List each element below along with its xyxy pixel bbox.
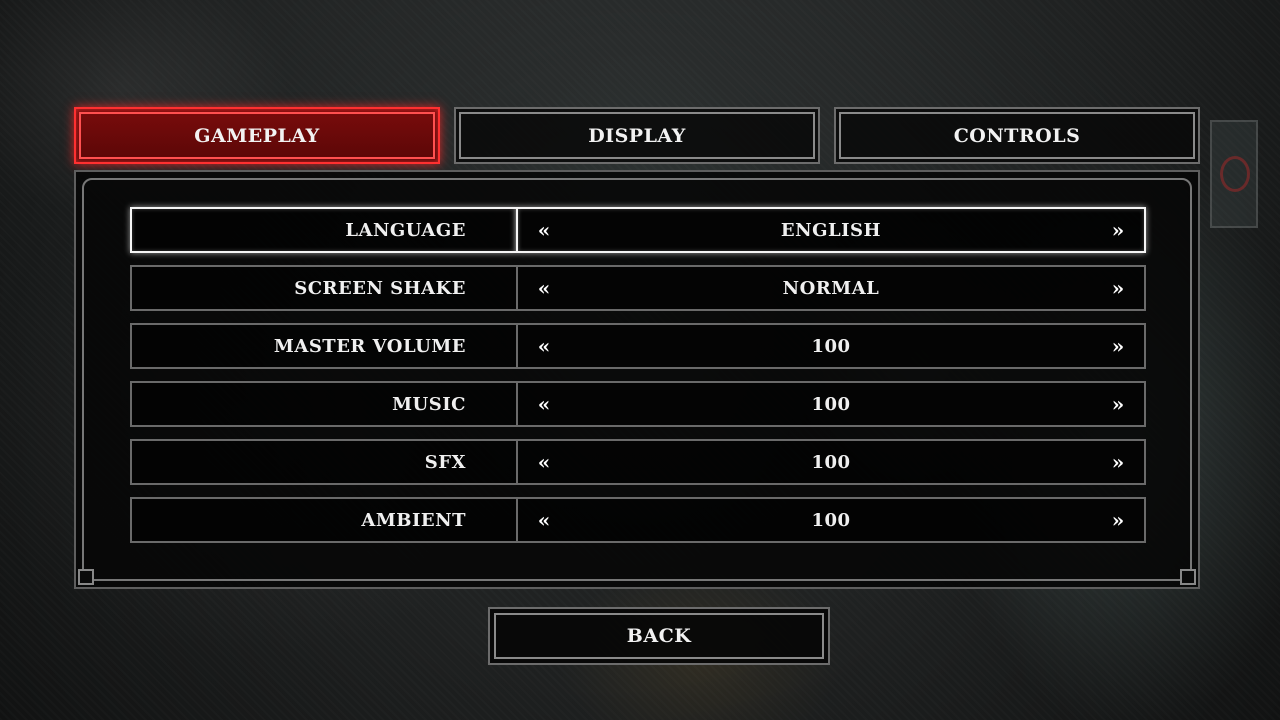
setting-value-cell: « 100 »	[516, 381, 1146, 427]
double-chevron-right-icon[interactable]: »	[1106, 394, 1130, 414]
setting-value-cell: « ENGLISH »	[516, 207, 1146, 253]
setting-value: 100	[811, 509, 851, 531]
back-button[interactable]: BACK	[488, 607, 830, 665]
double-chevron-left-icon[interactable]: «	[532, 452, 556, 472]
double-chevron-right-icon[interactable]: »	[1106, 278, 1130, 298]
setting-value: NORMAL	[782, 277, 880, 299]
double-chevron-left-icon[interactable]: «	[532, 336, 556, 356]
setting-row-music[interactable]: MUSIC « 100 »	[130, 381, 1146, 427]
setting-label: SCREEN SHAKE	[294, 277, 466, 299]
setting-value: 100	[811, 393, 851, 415]
tab-display[interactable]: DISPLAY	[454, 107, 820, 164]
double-chevron-left-icon[interactable]: «	[532, 278, 556, 298]
double-chevron-right-icon[interactable]: »	[1106, 220, 1130, 240]
tab-controls[interactable]: CONTROLS	[834, 107, 1200, 164]
setting-value-cell: « 100 »	[516, 497, 1146, 543]
double-chevron-left-icon[interactable]: «	[532, 510, 556, 530]
tab-gameplay[interactable]: GAMEPLAY	[74, 107, 440, 164]
setting-label-cell: SCREEN SHAKE	[130, 265, 516, 311]
setting-value: ENGLISH	[780, 219, 882, 241]
panel-corner-ornament	[1180, 569, 1196, 585]
no-sign-icon	[1220, 156, 1250, 192]
setting-label-cell: MUSIC	[130, 381, 516, 427]
setting-label: MASTER VOLUME	[273, 335, 466, 357]
setting-value: 100	[811, 335, 851, 357]
setting-value-cell: « NORMAL »	[516, 265, 1146, 311]
wall-sign	[1210, 120, 1258, 228]
double-chevron-right-icon[interactable]: »	[1106, 510, 1130, 530]
setting-label-cell: AMBIENT	[130, 497, 516, 543]
panel-corner-ornament	[78, 569, 94, 585]
double-chevron-left-icon[interactable]: «	[532, 220, 556, 240]
setting-row-language[interactable]: LANGUAGE « ENGLISH »	[130, 207, 1146, 253]
tab-controls-label: CONTROLS	[953, 124, 1081, 147]
setting-value-cell: « 100 »	[516, 323, 1146, 369]
double-chevron-right-icon[interactable]: »	[1106, 452, 1130, 472]
double-chevron-right-icon[interactable]: »	[1106, 336, 1130, 356]
double-chevron-left-icon[interactable]: «	[532, 394, 556, 414]
setting-label: AMBIENT	[361, 509, 466, 531]
setting-label: SFX	[424, 451, 466, 473]
setting-row-ambient[interactable]: AMBIENT « 100 »	[130, 497, 1146, 543]
setting-value: 100	[811, 451, 851, 473]
setting-label-cell: LANGUAGE	[130, 207, 516, 253]
back-button-label: BACK	[626, 625, 692, 647]
setting-row-screen-shake[interactable]: SCREEN SHAKE « NORMAL »	[130, 265, 1146, 311]
setting-row-sfx[interactable]: SFX « 100 »	[130, 439, 1146, 485]
setting-label-cell: SFX	[130, 439, 516, 485]
setting-label: LANGUAGE	[345, 219, 466, 241]
setting-label: MUSIC	[392, 393, 466, 415]
setting-value-cell: « 100 »	[516, 439, 1146, 485]
setting-row-master-volume[interactable]: MASTER VOLUME « 100 »	[130, 323, 1146, 369]
tab-display-label: DISPLAY	[588, 124, 686, 147]
tab-gameplay-label: GAMEPLAY	[194, 124, 320, 147]
setting-label-cell: MASTER VOLUME	[130, 323, 516, 369]
